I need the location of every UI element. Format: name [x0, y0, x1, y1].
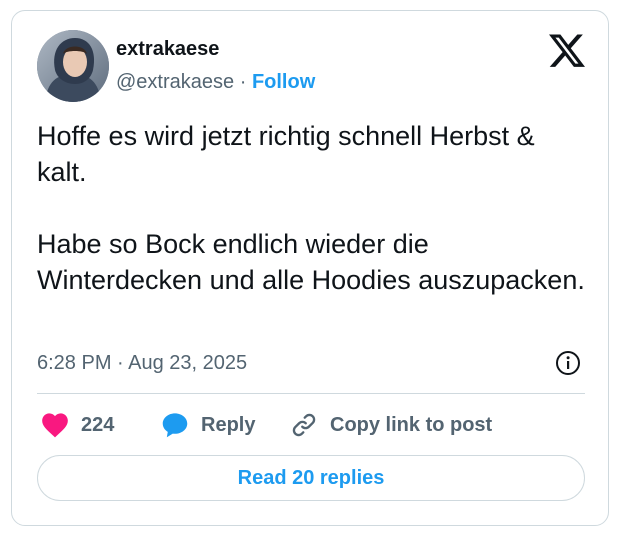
reply-button[interactable]: Reply	[161, 410, 255, 440]
like-button[interactable]: 224	[41, 410, 114, 440]
heart-icon	[42, 413, 68, 438]
copy-link-button[interactable]: Copy link to post	[290, 410, 492, 440]
reply-bubble-icon	[162, 413, 188, 438]
tweet-card: extrakaese @extrakaese · Follow Hoffe es…	[11, 10, 609, 526]
action-bar: 224 Reply Copy link to post	[37, 410, 587, 440]
separator-dot: ·	[239, 71, 247, 93]
reply-label: Reply	[201, 413, 256, 436]
tweet-timestamp[interactable]: 6:28 PM · Aug 23, 2025	[37, 350, 247, 376]
copy-link-label: Copy link to post	[330, 413, 493, 436]
avatar[interactable]	[37, 30, 109, 102]
divider	[37, 393, 585, 394]
author-name[interactable]: extrakaese	[116, 37, 219, 61]
info-icon[interactable]	[555, 350, 581, 376]
read-replies-button[interactable]: Read 20 replies	[37, 455, 585, 501]
like-count: 224	[81, 413, 115, 436]
follow-button[interactable]: Follow	[252, 71, 315, 93]
link-icon	[292, 413, 316, 437]
x-logo-icon[interactable]	[549, 34, 585, 68]
tweet-paragraph-2: Habe so Bock endlich wieder die Winterde…	[37, 229, 585, 295]
author-handle[interactable]: @extrakaese	[116, 71, 234, 93]
tweet-paragraph-1: Hoffe es wird jetzt richtig schnell Herb…	[37, 121, 535, 187]
tweet-text: Hoffe es wird jetzt richtig schnell Herb…	[37, 118, 587, 298]
author-handle-row: @extrakaese · Follow	[116, 70, 315, 94]
avatar-image	[37, 30, 109, 102]
